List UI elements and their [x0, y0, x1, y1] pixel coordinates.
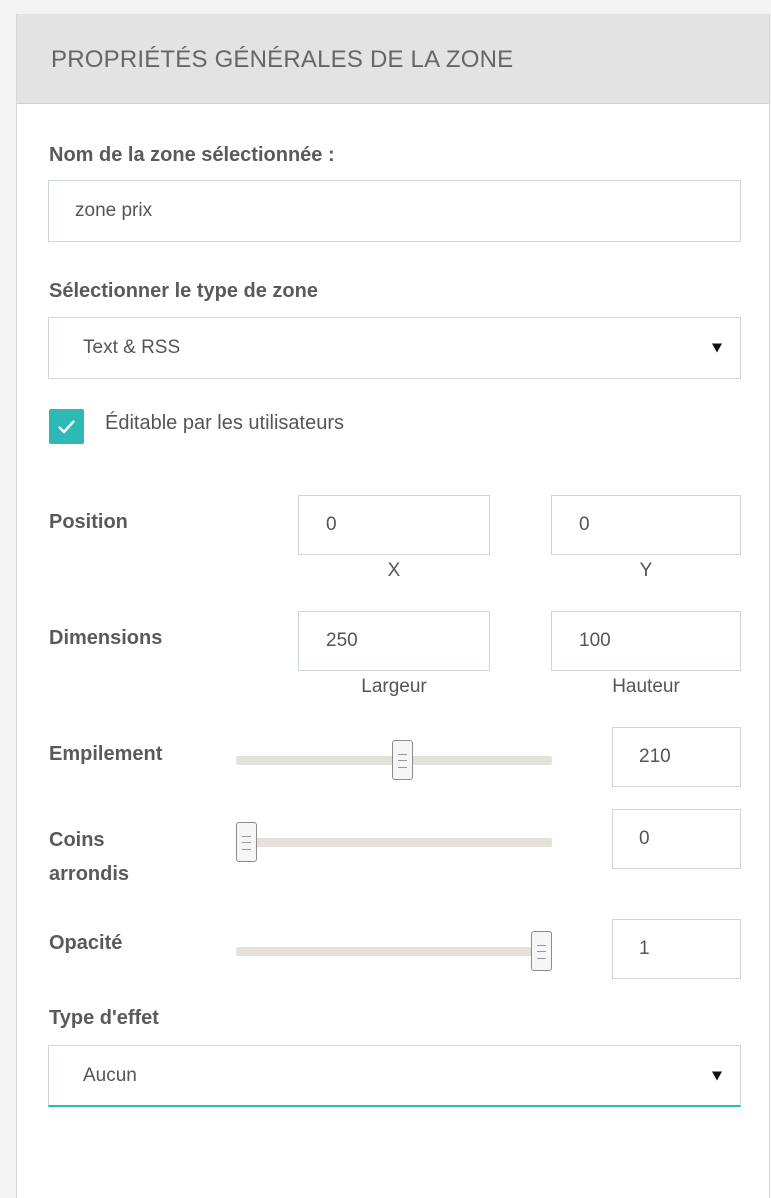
- panel-title: PROPRIÉTÉS GÉNÉRALES DE LA ZONE: [51, 46, 514, 73]
- grip-icon: [242, 836, 251, 850]
- grip-icon: [398, 754, 408, 768]
- rounded-corners-slider-track[interactable]: [236, 838, 552, 847]
- dimensions-label: Dimensions: [49, 627, 163, 649]
- opacity-slider-handle[interactable]: [531, 931, 552, 971]
- rounded-corners-input[interactable]: 0: [612, 809, 741, 869]
- zone-type-label: Sélectionner le type de zone: [49, 280, 318, 302]
- dropdown-arrow-icon: [712, 1071, 722, 1080]
- position-y-caption: Y: [639, 560, 653, 581]
- effect-type-selected: Aucun: [83, 1064, 137, 1086]
- stacking-slider-handle[interactable]: [392, 740, 414, 780]
- opacity-input[interactable]: 1: [612, 919, 741, 979]
- editable-checkbox-label: Éditable par les utilisateurs: [105, 412, 345, 434]
- opacity-value: 1: [639, 938, 650, 959]
- rounded-corners-value: 0: [639, 828, 650, 849]
- height-value: 100: [579, 630, 611, 651]
- effect-type-select[interactable]: Aucun: [48, 1045, 741, 1107]
- position-label: Position: [49, 511, 128, 533]
- dropdown-arrow-icon: [712, 343, 722, 353]
- width-value: 250: [326, 630, 358, 651]
- position-y-value: 0: [579, 514, 590, 535]
- checkmark-icon: [58, 420, 75, 434]
- opacity-slider-track[interactable]: [236, 947, 552, 956]
- grip-icon: [537, 945, 546, 959]
- opacity-label: Opacité: [49, 932, 123, 954]
- zone-name-label: Nom de la zone sélectionnée :: [49, 144, 335, 166]
- panel-header: PROPRIÉTÉS GÉNÉRALES DE LA ZONE: [17, 14, 769, 104]
- editable-checkbox[interactable]: [49, 409, 84, 444]
- zone-name-input[interactable]: zone prix: [48, 180, 741, 242]
- rounded-corners-label: Coins arrondis: [49, 829, 130, 885]
- stacking-input[interactable]: 210: [612, 727, 741, 787]
- height-caption: Hauteur: [612, 676, 680, 697]
- zone-type-select[interactable]: Text & RSS: [48, 317, 741, 379]
- height-input[interactable]: 100: [551, 611, 741, 671]
- position-x-input[interactable]: 0: [298, 495, 490, 555]
- effect-type-label: Type d'effet: [49, 1007, 159, 1029]
- stacking-label: Empilement: [49, 743, 163, 765]
- stacking-value: 210: [639, 746, 671, 767]
- rounded-corners-slider-handle[interactable]: [236, 822, 257, 862]
- position-x-caption: X: [387, 560, 401, 581]
- position-y-input[interactable]: 0: [551, 495, 741, 555]
- position-x-value: 0: [326, 514, 337, 535]
- width-caption: Largeur: [361, 676, 427, 697]
- width-input[interactable]: 250: [298, 611, 490, 671]
- zone-type-selected: Text & RSS: [83, 337, 181, 358]
- zone-name-value: zone prix: [75, 200, 153, 221]
